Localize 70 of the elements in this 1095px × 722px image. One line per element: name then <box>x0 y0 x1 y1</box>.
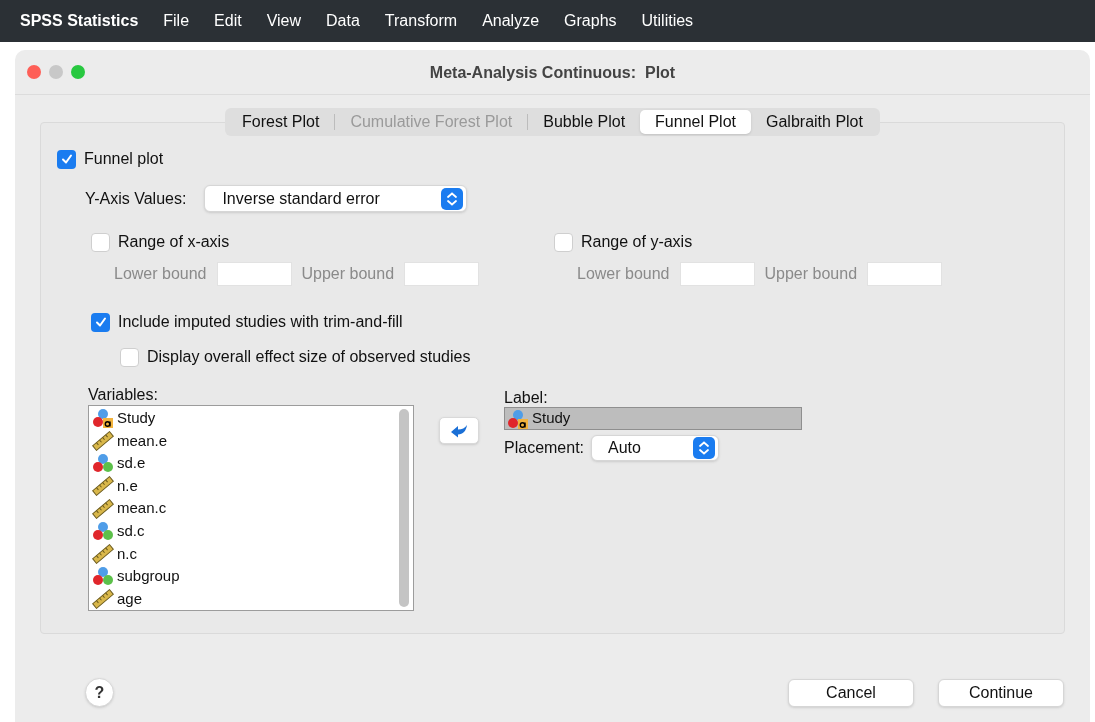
checkbox[interactable] <box>91 232 110 252</box>
move-button[interactable] <box>439 417 479 444</box>
label-field[interactable]: Study <box>504 407 802 430</box>
cancel-button[interactable]: Cancel <box>788 678 914 707</box>
checkbox-label: Funnel plot <box>84 149 164 169</box>
checkbox-label: Display overall effect size of observed studies <box>147 347 471 367</box>
variable-item: Study <box>532 408 571 429</box>
checkbox[interactable] <box>554 232 573 252</box>
circles-icon <box>92 521 114 542</box>
menu-item[interactable]: Analyze <box>482 9 540 33</box>
variable-item[interactable]: mean.c <box>117 497 167 520</box>
variable-item[interactable]: sd.e <box>117 452 146 475</box>
dropdown[interactable]: Auto <box>591 435 720 461</box>
field-label: Upper bound <box>764 264 858 284</box>
menu-item[interactable]: Graphs <box>564 9 617 33</box>
field-label: Lower bound <box>114 264 207 284</box>
checkbox-label: Include imputed studies with trim-and-fill <box>118 312 403 332</box>
help-button[interactable]: ? <box>85 678 114 707</box>
menu-item[interactable]: Utilities <box>641 9 694 33</box>
checkbox-label: Range of y-axis <box>581 232 693 252</box>
field-label: Label: <box>504 389 549 407</box>
input-field[interactable] <box>404 262 480 286</box>
window-title: Meta-Analysis Continuous: Plot <box>429 62 676 83</box>
checkbox-label: Range of x-axis <box>118 232 230 252</box>
field-label: Upper bound <box>301 264 395 284</box>
variable-item[interactable]: mean.e <box>117 429 168 453</box>
input-field[interactable] <box>867 262 943 286</box>
field-label: Lower bound <box>577 264 670 284</box>
tab[interactable]: Galbraith Plot <box>751 110 878 134</box>
app-name[interactable]: SPSS Statistics <box>20 9 139 33</box>
menu-item[interactable]: Transform <box>384 9 458 33</box>
tab[interactable]: Bubble Plot <box>528 110 641 134</box>
circles-icon <box>92 566 114 587</box>
ruler-icon <box>92 543 114 564</box>
zoom-button[interactable] <box>71 65 85 79</box>
checkbox[interactable] <box>91 312 110 332</box>
variable-item[interactable]: n.e <box>117 474 138 498</box>
close-button[interactable] <box>27 65 41 79</box>
stepper-icon <box>441 187 464 210</box>
ruler-icon <box>92 430 114 451</box>
circles-string-icon <box>507 408 529 429</box>
variable-item[interactable]: subgroup <box>117 565 180 588</box>
continue-button[interactable]: Continue <box>938 678 1064 707</box>
check-icon <box>94 316 107 328</box>
circles-string-icon <box>92 408 114 429</box>
list-label: Variables: <box>88 385 159 405</box>
tab[interactable]: Forest Plot <box>227 110 335 134</box>
menu-item[interactable]: Edit <box>214 9 242 33</box>
field-label: Y-Axis Values: <box>85 188 187 209</box>
check-icon <box>60 153 73 165</box>
field-label: Placement: <box>504 438 585 458</box>
stepper-icon <box>693 437 716 459</box>
menu-item[interactable]: Data <box>326 9 360 33</box>
input-field[interactable] <box>679 262 755 286</box>
variable-item[interactable]: Study <box>117 407 156 430</box>
menu-item[interactable]: View <box>266 9 302 33</box>
minimize-button[interactable] <box>49 65 63 79</box>
dropdown[interactable]: Inverse standard error <box>204 185 468 212</box>
variable-item[interactable]: sd.c <box>117 520 145 543</box>
tab[interactable]: Funnel Plot <box>640 110 751 134</box>
ruler-icon <box>92 498 114 519</box>
checkbox[interactable] <box>120 347 139 367</box>
menu-item[interactable]: File <box>163 9 190 33</box>
circles-icon <box>92 453 114 474</box>
scrollbar[interactable] <box>399 409 409 607</box>
checkbox[interactable] <box>57 149 76 169</box>
variable-item[interactable]: age <box>117 587 143 610</box>
input-field[interactable] <box>216 262 292 286</box>
variable-item[interactable]: n.c <box>117 542 137 566</box>
arrow-icon <box>450 423 468 438</box>
